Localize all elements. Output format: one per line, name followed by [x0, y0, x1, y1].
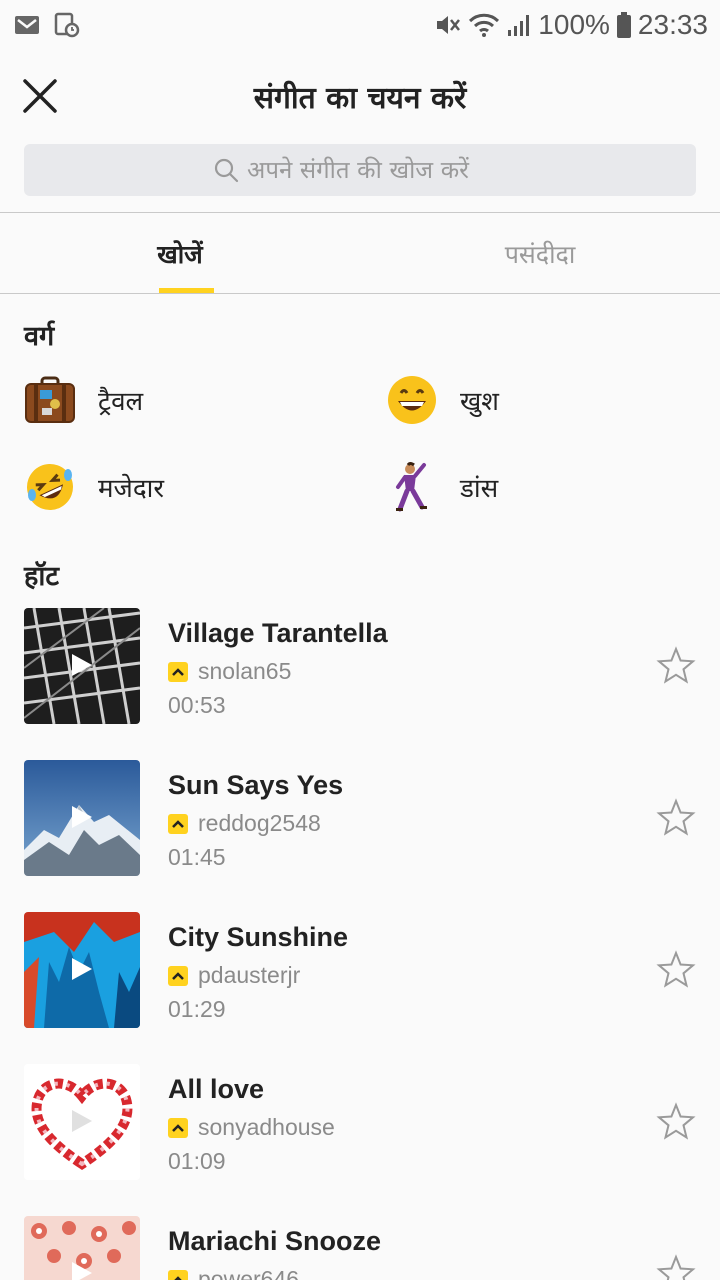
- track-user: snolan65: [168, 658, 291, 685]
- search-bar[interactable]: [24, 144, 696, 196]
- favorite-star-icon[interactable]: [656, 798, 696, 838]
- track-title: Village Tarantella: [168, 618, 388, 648]
- track-row[interactable]: City Sunshine pdausterjr 01:29: [24, 912, 696, 1028]
- battery-icon: [616, 11, 632, 39]
- track-user: reddog2548: [168, 810, 321, 837]
- user-badge-icon: [168, 1117, 188, 1138]
- play-icon: [72, 806, 92, 828]
- favorite-star-icon[interactable]: [656, 950, 696, 990]
- hot-heading: हॉट: [24, 561, 59, 592]
- search-input[interactable]: [247, 156, 507, 184]
- user-badge-icon: [168, 965, 188, 986]
- track-row[interactable]: Sun Says Yes reddog2548 01:45: [24, 760, 696, 876]
- battery-percent: 100%: [538, 9, 610, 40]
- divider: [0, 212, 720, 213]
- search-icon: [214, 158, 239, 183]
- track-username: power646: [198, 1266, 300, 1280]
- track-thumbnail[interactable]: [24, 760, 140, 876]
- grinning-face-icon: [386, 374, 438, 426]
- track-user: power646: [168, 1266, 299, 1280]
- track-thumbnail[interactable]: [24, 608, 140, 724]
- user-badge-icon: [168, 1269, 188, 1280]
- dancing-man-icon: [386, 461, 438, 513]
- gmail-icon: [14, 14, 40, 36]
- track-duration: 01:45: [168, 844, 226, 870]
- favorite-star-icon[interactable]: [656, 646, 696, 686]
- header: संगीत का चयन करें: [0, 58, 720, 138]
- play-icon: [72, 958, 92, 980]
- track-duration: 01:09: [168, 1148, 226, 1174]
- track-thumbnail[interactable]: [24, 1064, 140, 1180]
- category-label: डांस: [460, 474, 499, 504]
- track-username: pdausterjr: [198, 962, 301, 988]
- tab-favorites[interactable]: पसंदीदा: [360, 214, 720, 293]
- tab-label: पसंदीदा: [504, 239, 576, 269]
- track-row[interactable]: Village Tarantella snolan65 00:53: [24, 608, 696, 724]
- categories-heading: वर्ग: [24, 321, 55, 352]
- divider: [0, 293, 720, 294]
- track-thumbnail[interactable]: [24, 912, 140, 1028]
- mute-icon: [434, 12, 462, 38]
- track-username: snolan65: [198, 658, 292, 684]
- user-badge-icon: [168, 661, 188, 682]
- category-happy[interactable]: खुश: [386, 374, 499, 426]
- play-icon: [72, 1262, 92, 1280]
- category-travel[interactable]: ट्रैवल: [24, 374, 143, 426]
- play-icon: [72, 654, 92, 676]
- track-title: All love: [168, 1074, 265, 1104]
- track-title: Sun Says Yes: [168, 770, 344, 800]
- favorite-star-icon[interactable]: [656, 1254, 696, 1280]
- image-clock-icon: [54, 12, 80, 38]
- clock: 23:33: [637, 9, 708, 40]
- favorite-star-icon[interactable]: [656, 1102, 696, 1142]
- track-duration: 01:29: [168, 996, 226, 1022]
- status-bar: 100% 23:33: [0, 0, 720, 50]
- track-username: sonyadhouse: [198, 1114, 335, 1140]
- track-row[interactable]: All love sonyadhouse 01:09: [24, 1064, 696, 1180]
- tab-label: खोजें: [157, 239, 203, 269]
- page-title: संगीत का चयन करें: [253, 81, 467, 116]
- category-label: ट्रैवल: [98, 387, 144, 417]
- rolling-laughing-face-icon: [24, 461, 76, 513]
- tab-discover[interactable]: खोजें: [0, 214, 360, 293]
- track-title: City Sunshine: [168, 922, 349, 952]
- track-duration: 00:53: [168, 692, 226, 718]
- track-title: Mariachi Snooze: [168, 1226, 382, 1256]
- category-label: खुश: [460, 387, 499, 417]
- tab-bar: खोजें पसंदीदा: [0, 214, 720, 293]
- category-dance[interactable]: डांस: [386, 461, 498, 513]
- user-badge-icon: [168, 813, 188, 834]
- track-username: reddog2548: [198, 810, 321, 836]
- suitcase-icon: [24, 374, 76, 426]
- track-user: sonyadhouse: [168, 1114, 335, 1141]
- play-icon: [72, 1110, 92, 1132]
- track-thumbnail[interactable]: [24, 1216, 140, 1280]
- track-user: pdausterjr: [168, 962, 300, 989]
- track-row[interactable]: Mariachi Snooze power646: [24, 1216, 696, 1280]
- signal-icon: [506, 12, 532, 38]
- wifi-icon: [468, 12, 500, 38]
- category-funny[interactable]: मजेदार: [24, 461, 164, 513]
- category-label: मजेदार: [98, 474, 165, 504]
